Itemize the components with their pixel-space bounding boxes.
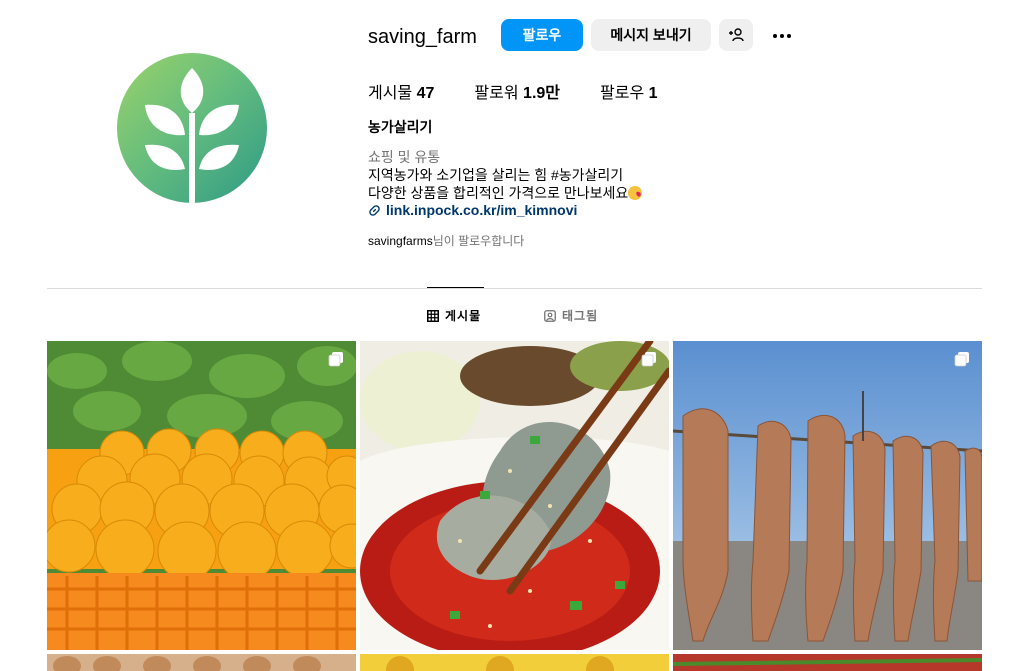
tangerines-photo	[47, 341, 356, 650]
followers-label: 팔로워	[474, 85, 519, 102]
followed-by-suffix: 님이 팔로우합니다	[432, 234, 525, 248]
follow-button[interactable]: 팔로우	[501, 19, 583, 51]
link-icon	[369, 204, 380, 216]
multi-post-icon	[954, 352, 969, 367]
tabs-divider	[47, 288, 982, 289]
profile-category: 쇼핑 및 유통	[368, 149, 441, 165]
post-tile-4[interactable]	[47, 654, 356, 671]
profile-avatar[interactable]	[117, 53, 267, 203]
active-tab-indicator	[427, 287, 484, 288]
followers-count[interactable]: 팔로워 1.9만	[474, 79, 560, 103]
profile-link[interactable]: link.inpock.co.kr/im_kimnovi	[368, 202, 577, 218]
post-4-photo	[47, 654, 356, 671]
followed-by[interactable]: savingfarms님이 팔로우합니다	[368, 232, 524, 249]
grid-icon	[427, 309, 439, 322]
posts-count: 게시물 47	[368, 79, 434, 103]
following-count[interactable]: 팔로우 1	[600, 79, 658, 103]
suggest-users-button[interactable]	[719, 19, 753, 51]
following-label: 팔로우	[600, 85, 645, 102]
more-icon[interactable]	[766, 25, 798, 47]
followers-value: 1.9만	[523, 85, 561, 102]
followed-by-user: savingfarms	[368, 234, 433, 248]
profile-stats: 게시물 47 팔로워 1.9만 팔로우 1	[368, 79, 698, 103]
post-tile-dried-squid[interactable]	[673, 341, 982, 650]
posts-value: 47	[416, 85, 435, 102]
post-tile-5[interactable]	[360, 654, 669, 671]
add-person-icon	[729, 28, 744, 42]
post-tile-6[interactable]	[673, 654, 982, 671]
tab-tagged[interactable]: 태그됨	[544, 307, 598, 324]
post-tile-tangerines[interactable]	[47, 341, 356, 650]
oyster-kimchi-photo	[360, 341, 669, 650]
multi-post-icon	[328, 352, 343, 367]
multi-post-icon	[641, 352, 656, 367]
kiss-emoji-icon	[628, 186, 643, 200]
profile-link-text: link.inpock.co.kr/im_kimnovi	[386, 202, 578, 218]
bio-line-2: 다양한 상품을 합리적인 가격으로 만나보세요	[368, 183, 643, 203]
profile-full-name: 농가살리기	[368, 119, 433, 135]
post-6-photo	[673, 654, 982, 671]
dried-squid-photo	[673, 341, 982, 650]
bio-line-2-text: 다양한 상품을 합리적인 가격으로 만나보세요	[368, 185, 629, 201]
posts-label: 게시물	[368, 85, 413, 102]
leaf-logo-icon	[145, 68, 239, 203]
tagged-icon	[544, 309, 556, 322]
tab-posts[interactable]: 게시물	[427, 307, 481, 324]
following-value: 1	[648, 85, 658, 102]
message-button[interactable]: 메시지 보내기	[591, 19, 711, 51]
tab-posts-label: 게시물	[445, 309, 482, 323]
bio-line-1: 지역농가와 소기업을 살리는 힘 #농가살리기	[368, 167, 624, 183]
profile-username: saving_farm	[368, 26, 477, 48]
post-5-photo	[360, 654, 669, 671]
post-tile-oyster-kimchi[interactable]	[360, 341, 669, 650]
tab-tagged-label: 태그됨	[562, 309, 599, 323]
